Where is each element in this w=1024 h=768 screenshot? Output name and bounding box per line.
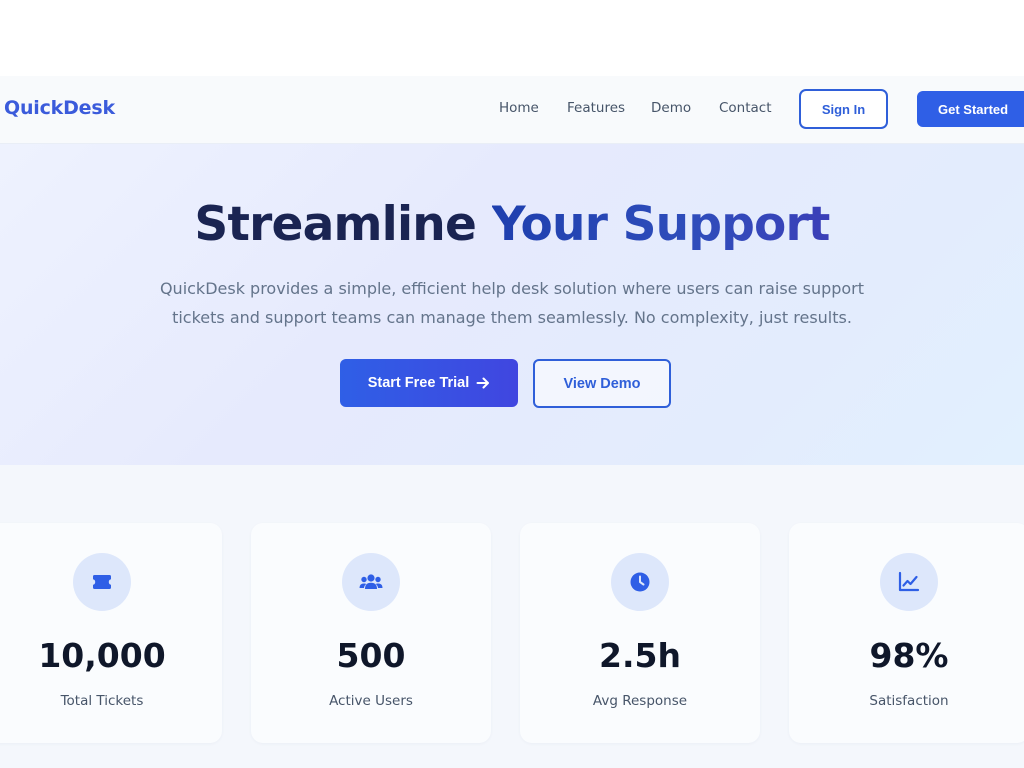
stat-card-total-tickets: 10,000 Total Tickets bbox=[0, 523, 222, 743]
chart-line-icon bbox=[880, 553, 938, 611]
ticket-icon bbox=[73, 553, 131, 611]
start-free-trial-button[interactable]: Start Free Trial bbox=[340, 359, 518, 407]
stat-value: 2.5h bbox=[599, 636, 681, 675]
stat-value: 10,000 bbox=[38, 636, 166, 675]
stat-card-active-users: 500 Active Users bbox=[251, 523, 491, 743]
stat-label: Total Tickets bbox=[60, 693, 144, 709]
stat-label: Satisfaction bbox=[869, 693, 949, 709]
clock-icon bbox=[611, 553, 669, 611]
sign-in-button[interactable]: Sign In bbox=[799, 89, 888, 129]
page: QuickDesk Home Features Demo Contact Sig… bbox=[0, 0, 1024, 768]
nav-link-contact[interactable]: Contact bbox=[719, 100, 772, 116]
stat-value: 500 bbox=[336, 636, 406, 675]
hero-title: Streamline Your Support bbox=[0, 197, 1024, 252]
stat-value: 98% bbox=[869, 636, 949, 675]
hero-subtitle: QuickDesk provides a simple, efficient h… bbox=[140, 274, 884, 332]
navbar: QuickDesk Home Features Demo Contact Sig… bbox=[0, 76, 1024, 144]
get-started-button[interactable]: Get Started bbox=[917, 91, 1024, 127]
users-icon bbox=[342, 553, 400, 611]
nav-link-features[interactable]: Features bbox=[567, 100, 625, 116]
start-free-trial-label: Start Free Trial bbox=[367, 375, 470, 391]
stat-label: Avg Response bbox=[592, 693, 688, 709]
hero-subtitle-line2: tickets and support teams can manage the… bbox=[172, 308, 852, 327]
view-demo-button[interactable]: View Demo bbox=[533, 359, 671, 408]
stat-card-avg-response: 2.5h Avg Response bbox=[520, 523, 760, 743]
arrow-right-icon bbox=[476, 376, 490, 390]
nav-link-demo[interactable]: Demo bbox=[651, 100, 691, 116]
logo[interactable]: QuickDesk bbox=[4, 97, 115, 119]
nav-link-home[interactable]: Home bbox=[499, 100, 539, 116]
stat-label: Active Users bbox=[329, 693, 413, 709]
hero-subtitle-line1: QuickDesk provides a simple, efficient h… bbox=[159, 279, 865, 298]
stats-section: 10,000 Total Tickets 500 Active Users 2.… bbox=[0, 465, 1024, 768]
stat-card-satisfaction: 98% Satisfaction bbox=[789, 523, 1024, 743]
hero-section: Streamline Your Support QuickDesk provid… bbox=[0, 144, 1024, 465]
hero-title-part1: Streamline bbox=[194, 197, 477, 252]
hero-title-accent: Your Support bbox=[491, 197, 831, 252]
